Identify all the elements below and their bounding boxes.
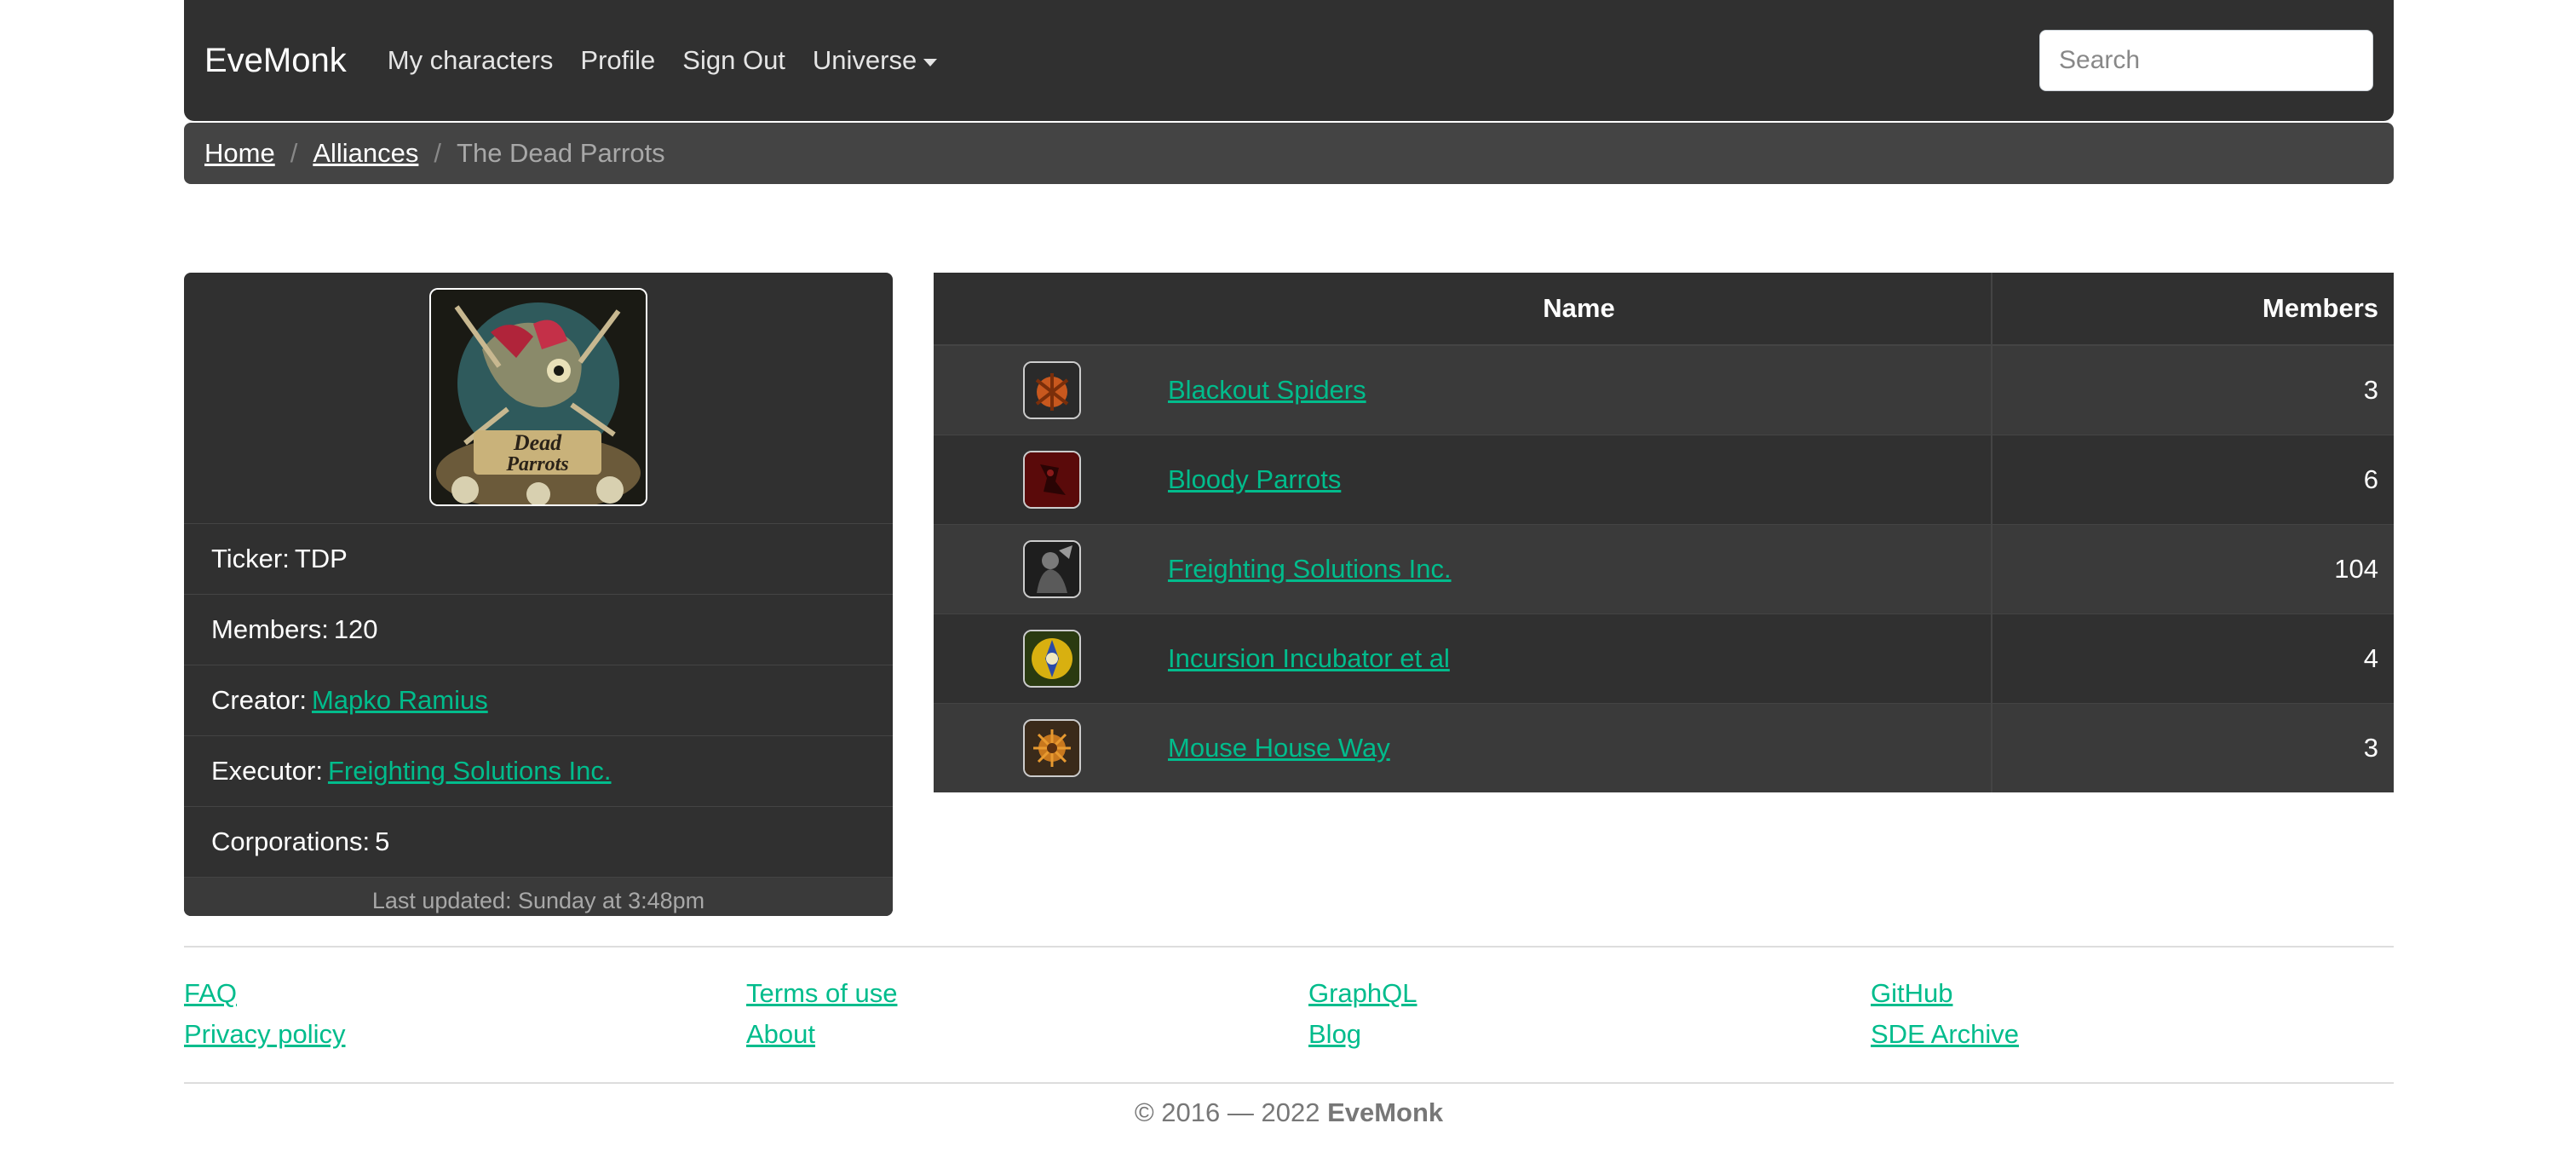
corp-link[interactable]: Freighting Solutions Inc. <box>1168 554 1452 584</box>
table-row: Mouse House Way 3 <box>934 703 2394 792</box>
corp-members: 104 <box>2334 554 2378 584</box>
copyright-brand: EveMonk <box>1327 1097 1444 1127</box>
table-row: Blackout Spiders 3 <box>934 344 2394 435</box>
nav-universe-label[interactable]: Universe <box>813 45 917 76</box>
footer-graphql-link[interactable]: GraphQL <box>1308 978 1417 1009</box>
breadcrumb: Home / Alliances / The Dead Parrots <box>184 123 2394 184</box>
table-row: Incursion Incubator et al 4 <box>934 613 2394 704</box>
info-executor: Executor: Freighting Solutions Inc. <box>184 735 893 806</box>
breadcrumb-alliances[interactable]: Alliances <box>313 138 418 169</box>
corp-members: 6 <box>2363 464 2378 494</box>
corp-logo-freighting-solutions <box>1023 540 1081 598</box>
nav-my-characters[interactable]: My characters <box>388 45 554 76</box>
members-label: Members: <box>211 614 329 644</box>
brand-link[interactable]: EveMonk <box>204 42 347 80</box>
corporations-value: 5 <box>375 827 390 856</box>
members-value: 120 <box>333 614 378 644</box>
footer-terms-link[interactable]: Terms of use <box>746 978 897 1009</box>
nav-profile[interactable]: Profile <box>580 45 655 76</box>
corp-members: 4 <box>2363 643 2378 673</box>
footer-faq-link[interactable]: FAQ <box>184 978 237 1009</box>
info-members: Members: 120 <box>184 594 893 665</box>
info-corporations: Corporations: 5 <box>184 806 893 877</box>
header-name: Name <box>1167 273 1992 346</box>
table-header-row: Name Members <box>934 273 2394 346</box>
ticker-label: Ticker: <box>211 544 290 573</box>
executor-label: Executor: <box>211 756 323 786</box>
search-input[interactable] <box>2039 30 2373 91</box>
breadcrumb-home[interactable]: Home <box>204 138 275 169</box>
corp-logo-incursion-incubator <box>1023 630 1081 688</box>
executor-link[interactable]: Freighting Solutions Inc. <box>328 756 612 786</box>
svg-text:Parrots: Parrots <box>505 453 568 475</box>
corporations-label: Corporations: <box>211 827 371 856</box>
corp-members: 3 <box>2363 375 2378 405</box>
corp-logo-bloody-parrots <box>1023 451 1081 509</box>
breadcrumb-separator: / <box>434 138 442 168</box>
copyright-text: © 2016 — 2022 <box>1134 1097 1320 1127</box>
footer-blog-link[interactable]: Blog <box>1308 1019 1361 1050</box>
alliance-card: Dead Parrots Ticker: TDP Members: 120 Cr… <box>184 273 893 916</box>
svg-text:Dead: Dead <box>513 430 562 455</box>
footer-sde-link[interactable]: SDE Archive <box>1871 1019 2019 1050</box>
copyright: © 2016 — 2022 EveMonk <box>184 1097 2394 1128</box>
creator-label: Creator: <box>211 685 307 715</box>
alliance-logo: Dead Parrots <box>429 288 647 506</box>
breadcrumb-separator: / <box>290 138 298 168</box>
footer-privacy-link[interactable]: Privacy policy <box>184 1019 346 1050</box>
table-row: Bloody Parrots 6 <box>934 435 2394 525</box>
alliance-logo-wrap: Dead Parrots <box>184 273 893 523</box>
info-creator: Creator: Mapko Ramius <box>184 665 893 735</box>
corp-link[interactable]: Blackout Spiders <box>1168 375 1366 405</box>
corp-link[interactable]: Mouse House Way <box>1168 733 1390 763</box>
corp-link[interactable]: Bloody Parrots <box>1168 464 1341 494</box>
header-members: Members <box>1991 273 2394 346</box>
footer-about-link[interactable]: About <box>746 1019 815 1050</box>
header-icon-col <box>934 273 1167 346</box>
footer-github-link[interactable]: GitHub <box>1871 978 1952 1009</box>
corp-members: 3 <box>2363 733 2378 763</box>
footer-divider-top <box>184 946 2394 948</box>
last-updated: Last updated: Sunday at 3:48pm <box>184 877 893 916</box>
corp-link[interactable]: Incursion Incubator et al <box>1168 643 1450 673</box>
footer-divider-bottom <box>184 1082 2394 1084</box>
nav-sign-out[interactable]: Sign Out <box>682 45 785 76</box>
table-row: Freighting Solutions Inc. 104 <box>934 524 2394 614</box>
creator-link[interactable]: Mapko Ramius <box>312 685 488 716</box>
corp-logo-blackout-spiders <box>1023 361 1081 419</box>
corporations-table: Name Members Blackout Spiders 3 Bloody P… <box>934 273 2394 792</box>
nav-universe-dropdown[interactable]: Universe <box>813 45 938 76</box>
chevron-down-icon <box>923 58 938 66</box>
ticker-value: TDP <box>294 544 348 573</box>
info-ticker: Ticker: TDP <box>184 523 893 594</box>
navbar: EveMonk My characters Profile Sign Out U… <box>184 0 2394 121</box>
corp-logo-mouse-house-way <box>1023 719 1081 777</box>
breadcrumb-current: The Dead Parrots <box>457 138 665 168</box>
